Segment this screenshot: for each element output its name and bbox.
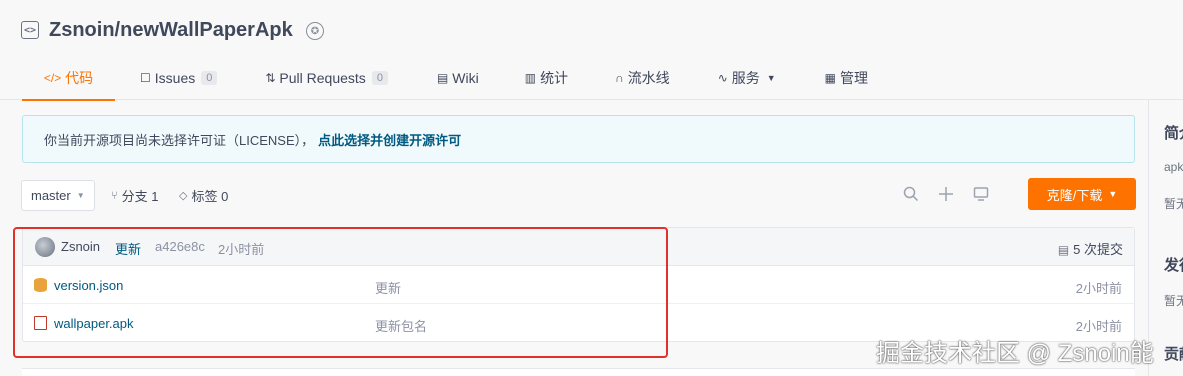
tab-code[interactable]: </> 代码 — [22, 60, 115, 101]
tab-wiki[interactable]: ▤ Wiki — [437, 60, 479, 100]
recommend-badge-icon[interactable]: ✪ — [306, 22, 324, 40]
tab-pull-requests[interactable]: ⇅ Pull Requests 0 — [265, 60, 388, 100]
license-notice: 你当前开源项目尚未选择许可证（LICENSE）， 点此选择并创建开源许可 — [22, 115, 1135, 163]
release-empty: 暂无 — [1164, 294, 1183, 308]
manage-icon: ▦ — [824, 71, 837, 85]
license-notice-text: 你当前开源项目尚未选择许可证（LICENSE）， — [44, 132, 315, 148]
services-icon: ∿ — [717, 71, 728, 85]
tab-issues[interactable]: ☐ Issues 0 — [140, 60, 218, 100]
pipeline-icon: ∩ — [615, 71, 624, 85]
wiki-icon: ▤ — [436, 71, 449, 85]
intro-heading: 简介 — [1164, 125, 1183, 142]
chevron-down-icon: ▼ — [766, 73, 776, 83]
commits-icon: ▤ — [1057, 243, 1070, 257]
code-icon: </> — [43, 71, 62, 85]
branch-icon: ⑂ — [111, 189, 118, 202]
commit-count-link[interactable]: ▤ 5 次提交 — [1058, 239, 1123, 258]
repo-tabs: </> 代码 ☐ Issues 0 ⇅ Pull Requests 0 ▤ Wi… — [22, 60, 868, 101]
intro-text: apk — [1164, 160, 1183, 174]
release-heading: 发行 — [1164, 257, 1183, 274]
tab-stats[interactable]: ▥ 统计 — [525, 60, 568, 100]
tab-pipeline[interactable]: ∩ 流水线 — [615, 60, 670, 100]
chevron-down-icon: ▼ — [76, 191, 85, 200]
pull-requests-count-badge: 0 — [371, 71, 388, 85]
search-icon[interactable] — [902, 185, 920, 203]
chevron-down-icon: ▼ — [1108, 189, 1118, 199]
branch-name: master — [31, 188, 71, 203]
repo-title[interactable]: Zsnoin/newWallPaperApk — [49, 19, 293, 42]
tab-services[interactable]: ∿ 服务 ▼ — [718, 60, 776, 100]
clone-download-button[interactable]: 克隆/下载 ▼ — [1028, 178, 1136, 210]
create-license-link[interactable]: 点此选择并创建开源许可 — [318, 130, 461, 149]
readme-panel-edge — [22, 368, 1135, 376]
contributors-heading: 贡献 — [1164, 346, 1183, 363]
repo-header: <> Zsnoin/newWallPaperApk ✪ </> 代码 ☐ Iss… — [0, 0, 1183, 101]
stats-icon: ▥ — [524, 71, 537, 85]
tag-icon: ◇ — [179, 190, 188, 202]
highlight-annotation — [13, 227, 668, 358]
branch-select[interactable]: master ▼ — [21, 180, 95, 211]
intro-empty: 暂无 — [1164, 197, 1183, 211]
issues-icon: ☐ — [140, 71, 151, 85]
tags-link[interactable]: ◇ 标签 0 — [179, 186, 228, 205]
tab-manage[interactable]: ▦ 管理 — [825, 60, 868, 100]
pull-request-icon: ⇅ — [265, 71, 276, 85]
issues-count-badge: 0 — [201, 71, 218, 85]
add-file-icon[interactable] — [937, 185, 955, 203]
web-ide-icon[interactable] — [972, 185, 990, 203]
code-repo-icon: <> — [21, 21, 39, 39]
branches-link[interactable]: ⑂ 分支 1 — [111, 186, 158, 205]
watermark: 掘金技术社区 @ Zsnoin能 — [876, 340, 1154, 367]
file-time: 2小时前 — [1075, 281, 1122, 296]
